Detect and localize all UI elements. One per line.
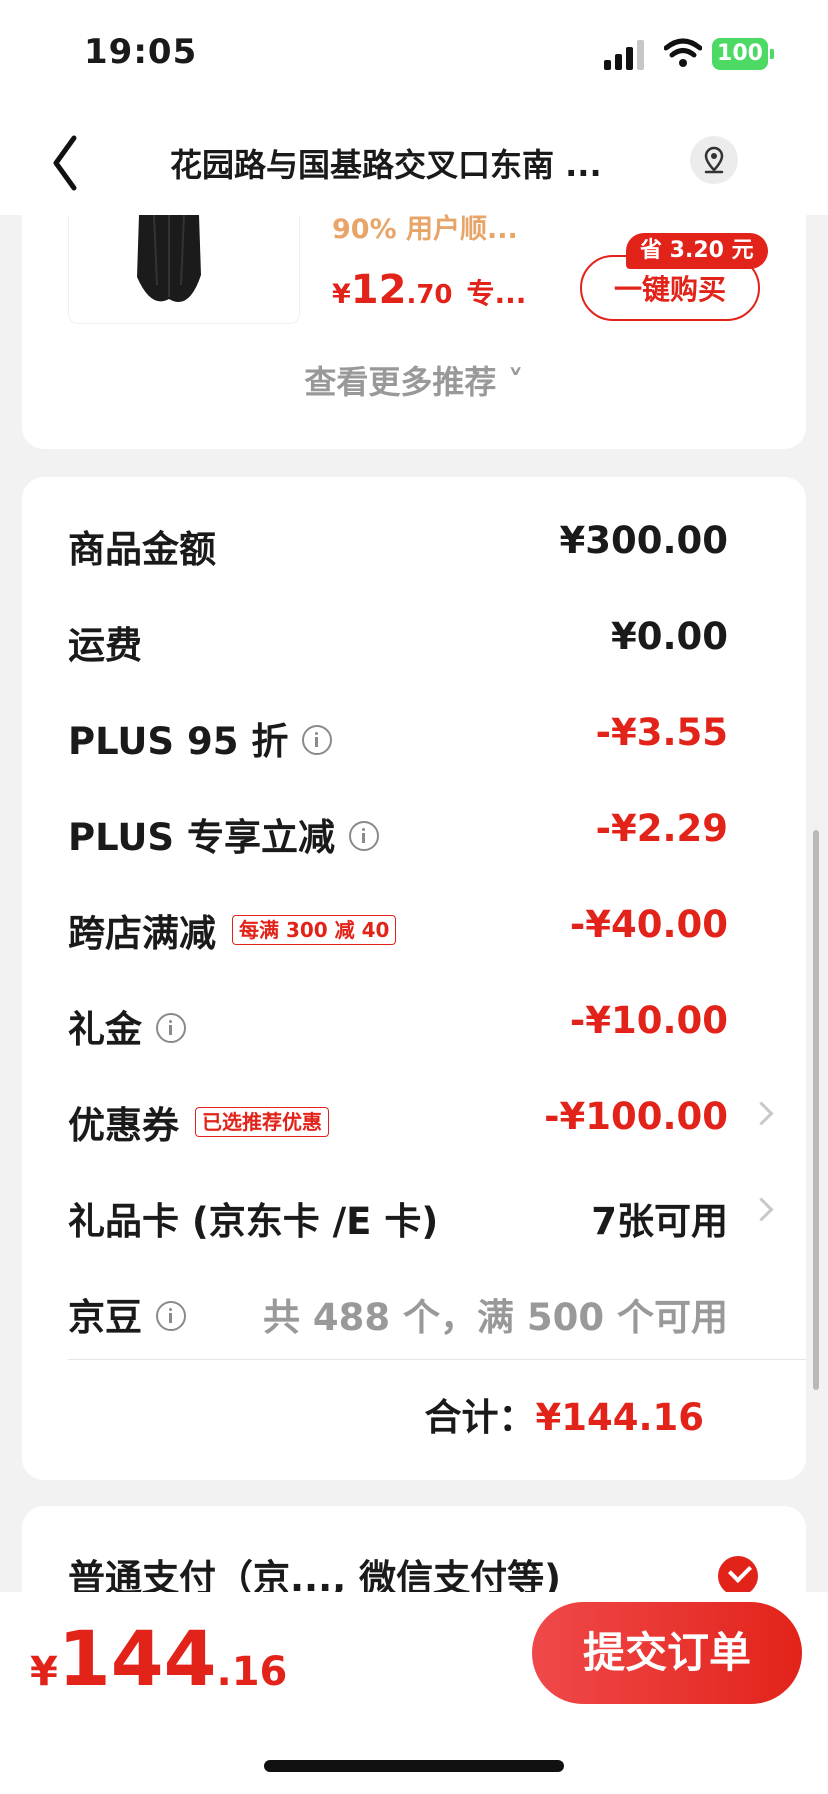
back-arrow-icon[interactable] [44, 128, 94, 198]
info-icon[interactable] [302, 724, 333, 755]
product-price: ¥12.70 专... [332, 267, 527, 313]
status-bar: 19:05 100 [0, 0, 828, 110]
recommendation-card: 90% 用户顺... ¥12.70 专... 一键购买 省 3.20 元 查看更多… [22, 214, 806, 449]
chevron-right-icon [749, 1101, 774, 1126]
checkmark-icon[interactable] [718, 1556, 758, 1596]
summary-row-coupon[interactable]: 优惠券 已选推荐优惠 -¥100.00 [68, 1095, 774, 1155]
summary-row-plus-discount: PLUS 95 折 -¥3.55 [68, 711, 728, 763]
cellular-signal-icon [604, 40, 644, 70]
location-button[interactable] [690, 136, 738, 184]
nav-bar: 花园路与国基路交叉口东南 ... [0, 110, 828, 215]
more-recommendations-link[interactable]: 查看更多推荐 ˅ [22, 357, 806, 403]
location-pin-icon [704, 146, 724, 174]
chevron-right-icon [749, 1197, 774, 1222]
summary-row-plus-reduction: PLUS 专享立减 -¥2.29 [68, 807, 728, 859]
info-icon[interactable] [156, 1012, 186, 1043]
home-indicator [264, 1760, 564, 1772]
divider [68, 1359, 806, 1360]
checkout-bar: ¥144.16 提交订单 [0, 1592, 828, 1794]
summary-row-shipping: 运费 ¥0.00 [68, 615, 728, 667]
order-summary-card: 商品金额 ¥300.00 运费 ¥0.00 PLUS 95 折 -¥3.55 P… [22, 477, 806, 1480]
product-image[interactable] [68, 215, 300, 324]
promo-badge: 每满 300 减 40 [232, 914, 397, 945]
grand-total: ¥144.16 [30, 1614, 288, 1703]
status-time: 19:05 [84, 32, 198, 72]
summary-row-cross-store: 跨店满减 每满 300 减 40 -¥40.00 [68, 903, 728, 955]
summary-row-goods-amount: 商品金额 ¥300.00 [68, 519, 728, 571]
socks-product-icon [137, 215, 201, 302]
submit-order-button[interactable]: 提交订单 [532, 1602, 802, 1704]
savings-badge: 省 3.20 元 [626, 233, 768, 269]
coupon-badge: 已选推荐优惠 [195, 1106, 329, 1137]
summary-row-gift-money: 礼金 -¥10.00 [68, 999, 728, 1051]
battery-indicator: 100 [712, 38, 774, 70]
product-tip: 90% 用户顺... [332, 214, 518, 245]
info-icon[interactable] [348, 820, 379, 851]
summary-row-gift-card[interactable]: 礼品卡 (京东卡 /E 卡) 7张可用 [68, 1191, 774, 1251]
info-icon[interactable] [156, 1300, 186, 1331]
summary-row-jingdou: 京豆 共 488 个，满 500 个可用 [68, 1296, 728, 1339]
wifi-icon [664, 38, 702, 67]
order-total: 合计：¥144.16 [424, 1396, 704, 1439]
address-title[interactable]: 花园路与国基路交叉口东南 ... [170, 140, 660, 186]
scrollbar[interactable] [813, 830, 819, 1390]
